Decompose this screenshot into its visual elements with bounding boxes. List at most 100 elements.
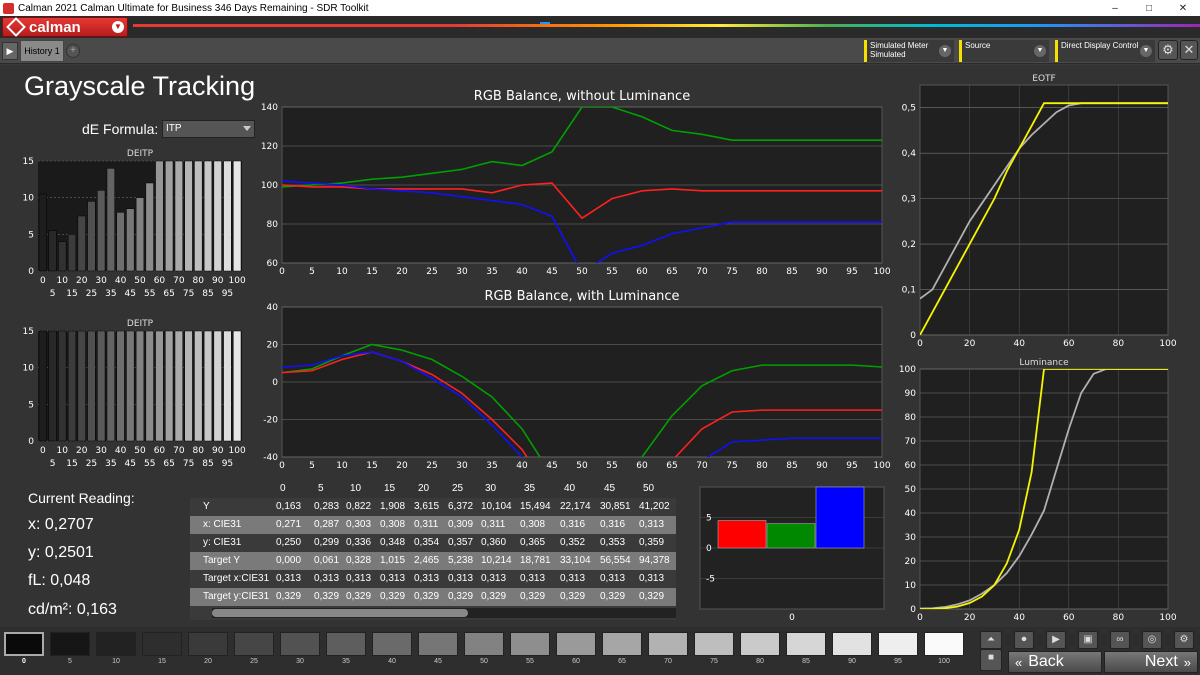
table-cell: 0,365 bbox=[520, 537, 546, 548]
patch-swatch[interactable] bbox=[188, 632, 228, 656]
close-icon[interactable]: ✕ bbox=[1180, 40, 1198, 60]
table-scrollbar[interactable] bbox=[212, 608, 676, 618]
de-formula-value: ITP bbox=[166, 123, 182, 134]
bar bbox=[116, 330, 125, 442]
scrollbar-thumb[interactable] bbox=[212, 609, 468, 617]
patch-swatch[interactable] bbox=[372, 632, 412, 656]
bar bbox=[87, 201, 96, 272]
x-tick-label: 80 bbox=[193, 446, 205, 456]
x-tick-label: 0 bbox=[40, 446, 46, 456]
patch-swatch[interactable] bbox=[878, 632, 918, 656]
y-tick-label: 0,3 bbox=[902, 195, 916, 205]
source-dropdown[interactable]: Source ▼ bbox=[959, 40, 1049, 62]
table-cell: 0,329 bbox=[600, 591, 626, 602]
y-tick-label: 0 bbox=[28, 437, 34, 447]
patch-swatch[interactable] bbox=[418, 632, 458, 656]
table-cell: 0,311 bbox=[414, 519, 439, 530]
patch-swatch[interactable] bbox=[464, 632, 504, 656]
calman-logo-button[interactable]: calman ▼ bbox=[2, 17, 128, 37]
play-icon[interactable]: ▶ bbox=[1046, 631, 1066, 649]
patch-swatch[interactable] bbox=[924, 632, 964, 656]
y-tick-label: 70 bbox=[905, 437, 917, 447]
chevron-down-icon: ▼ bbox=[112, 21, 124, 33]
table-row[interactable]: Target x:CIE31 0,313 0,313 0,313 0,313 0,313 0… bbox=[190, 570, 676, 588]
patch-swatch[interactable] bbox=[96, 632, 136, 656]
y-tick-label: 5 bbox=[28, 230, 34, 240]
display-control-dropdown[interactable]: Direct Display Control ▼ bbox=[1055, 40, 1155, 62]
back-arrow-icon: « bbox=[1015, 654, 1023, 670]
y-tick-label: 5 bbox=[706, 514, 712, 524]
bar bbox=[58, 330, 67, 442]
table-row[interactable]: Target y:CIE31 0,329 0,329 0,329 0,329 0,329 0… bbox=[190, 588, 676, 606]
loop-icon[interactable]: ∞ bbox=[1110, 631, 1130, 649]
display-control-label: Direct Display Control bbox=[1061, 41, 1139, 50]
y-tick-label: 5 bbox=[28, 400, 34, 410]
patch-swatch[interactable] bbox=[648, 632, 688, 656]
x-tick-label: 5 bbox=[309, 461, 315, 471]
readings-table: 0 5 10 15 20 25 30 35 40 45 50 Y 0,163 0,283 0,822 1,9… bbox=[190, 480, 676, 620]
gear-icon[interactable]: ⚙ bbox=[1174, 631, 1194, 649]
bar bbox=[174, 330, 183, 442]
maximize-button[interactable]: □ bbox=[1132, 0, 1166, 16]
tab-history-1[interactable]: History 1 bbox=[20, 40, 64, 62]
x-tick-label: 0 bbox=[40, 276, 46, 286]
patch-swatch[interactable] bbox=[234, 632, 274, 656]
x-tick-label: 45 bbox=[125, 289, 136, 299]
stop-icon[interactable]: ■ bbox=[980, 649, 1002, 671]
patch-swatch[interactable] bbox=[510, 632, 550, 656]
patch-swatch[interactable] bbox=[50, 632, 90, 656]
patch-swatch[interactable] bbox=[832, 632, 872, 656]
target-icon[interactable]: ◎ bbox=[1142, 631, 1162, 649]
minimize-button[interactable]: – bbox=[1098, 0, 1132, 16]
x-tick-label: 0 bbox=[279, 461, 285, 471]
table-cell: 0,299 bbox=[314, 537, 340, 548]
table-row[interactable]: Target Y 0,000 0,061 0,328 1,015 2,465 5,238 10… bbox=[190, 552, 676, 570]
x-tick-label: 5 bbox=[50, 459, 56, 469]
patch-swatch[interactable] bbox=[142, 632, 182, 656]
x-tick-label: 65 bbox=[666, 267, 677, 277]
y-tick-label: 20 bbox=[267, 341, 279, 351]
patch-swatch[interactable] bbox=[740, 632, 780, 656]
next-button[interactable]: Next » bbox=[1104, 651, 1198, 673]
save-icon[interactable]: ▣ bbox=[1078, 631, 1098, 649]
patch-swatch[interactable] bbox=[280, 632, 320, 656]
patch-swatch[interactable] bbox=[556, 632, 596, 656]
patch-swatch[interactable] bbox=[4, 632, 44, 656]
gear-icon[interactable]: ⚙ bbox=[1158, 40, 1178, 60]
y-tick-label: 100 bbox=[899, 365, 916, 375]
play-arrow-icon[interactable]: ▶ bbox=[2, 42, 18, 60]
patch-swatch[interactable] bbox=[694, 632, 734, 656]
table-row[interactable]: Y 0,163 0,283 0,822 1,908 3,615 6,372 10,104 15,… bbox=[190, 498, 676, 516]
table-row[interactable]: y: CIE31 0,250 0,299 0,336 0,348 0,354 0,357 0,… bbox=[190, 534, 676, 552]
patch-label: 85 bbox=[802, 658, 810, 665]
y-tick-label: 10 bbox=[23, 364, 35, 374]
bar bbox=[67, 330, 77, 442]
patch-swatch[interactable] bbox=[786, 632, 826, 656]
record-icon[interactable]: ⏺ bbox=[1014, 631, 1034, 649]
back-button[interactable]: « Back bbox=[1008, 651, 1102, 673]
bar bbox=[223, 160, 232, 272]
scroll-up-icon[interactable]: ⏶ bbox=[980, 631, 1002, 649]
bar bbox=[203, 330, 213, 442]
x-tick-label: 45 bbox=[125, 459, 136, 469]
x-tick-label: 100 bbox=[873, 461, 890, 471]
patch-swatch[interactable] bbox=[326, 632, 366, 656]
bar bbox=[766, 523, 816, 549]
y-tick-label: 140 bbox=[261, 103, 278, 113]
bar bbox=[106, 168, 115, 272]
reading-y: y: 0,2501 bbox=[28, 544, 94, 561]
table-cell: 0,359 bbox=[639, 537, 665, 548]
x-tick-label: 60 bbox=[1063, 613, 1075, 623]
de-formula-select[interactable]: ITP bbox=[162, 120, 255, 138]
y-tick-label: 0 bbox=[272, 378, 278, 388]
add-tab-button[interactable]: + bbox=[66, 44, 80, 58]
meter-dropdown[interactable]: Simulated Meter Simulated ▼ bbox=[864, 40, 954, 62]
table-row[interactable]: x: CIE31 0,271 0,287 0,303 0,308 0,311 0,309 0,… bbox=[190, 516, 676, 534]
y-tick-label: 10 bbox=[905, 581, 917, 591]
y-tick-label: 60 bbox=[267, 259, 279, 269]
x-tick-label: 95 bbox=[846, 461, 857, 471]
close-button[interactable]: ✕ bbox=[1166, 0, 1200, 16]
patch-label: 65 bbox=[618, 658, 626, 665]
patch-swatch[interactable] bbox=[602, 632, 642, 656]
x-tick-label: 60 bbox=[1063, 339, 1075, 349]
